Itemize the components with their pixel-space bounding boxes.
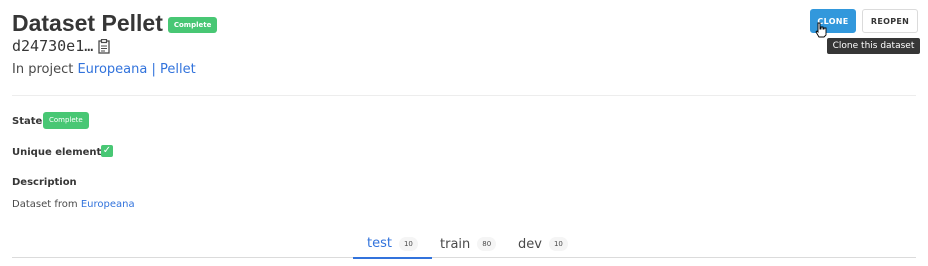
page-title: Dataset Pellet [12,10,163,36]
clone-tooltip: Clone this dataset [827,38,920,54]
unique-elements-label: Unique elements [12,147,108,158]
hand-cursor-icon [815,22,827,38]
split-tabs: test 10 train 80 dev 10 [12,230,916,259]
tab-dev[interactable]: dev 10 [504,230,582,258]
tab-label: test [367,236,392,251]
status-badge: Complete [167,16,218,33]
page-header: Dataset Pellet Complete [12,10,218,37]
header-divider [12,95,916,96]
project-line: In project Europeana | Pellet [12,62,196,77]
checkmark-icon: ✓ [101,145,113,157]
tab-count: 10 [398,236,418,251]
project-link[interactable]: Europeana | Pellet [77,62,195,77]
state-badge: Complete [43,112,89,129]
state-label: State [12,116,43,127]
reopen-button[interactable]: REOPEN [862,9,918,33]
clipboard-icon[interactable] [98,38,110,54]
tab-test[interactable]: test 10 [353,230,432,259]
tab-label: dev [518,236,542,252]
description-text: Dataset from Europeana [12,199,135,210]
tab-count: 80 [477,237,497,251]
description-prefix: Dataset from [12,199,78,210]
description-label: Description [12,177,77,188]
description-link[interactable]: Europeana [81,199,135,210]
tab-train[interactable]: train 80 [426,230,510,258]
project-prefix: In project [12,62,74,77]
dataset-hash: d24730e1… [12,37,94,55]
tab-count: 10 [548,237,568,251]
tab-label: train [440,236,471,252]
dataset-id-row: d24730e1… [12,37,110,55]
